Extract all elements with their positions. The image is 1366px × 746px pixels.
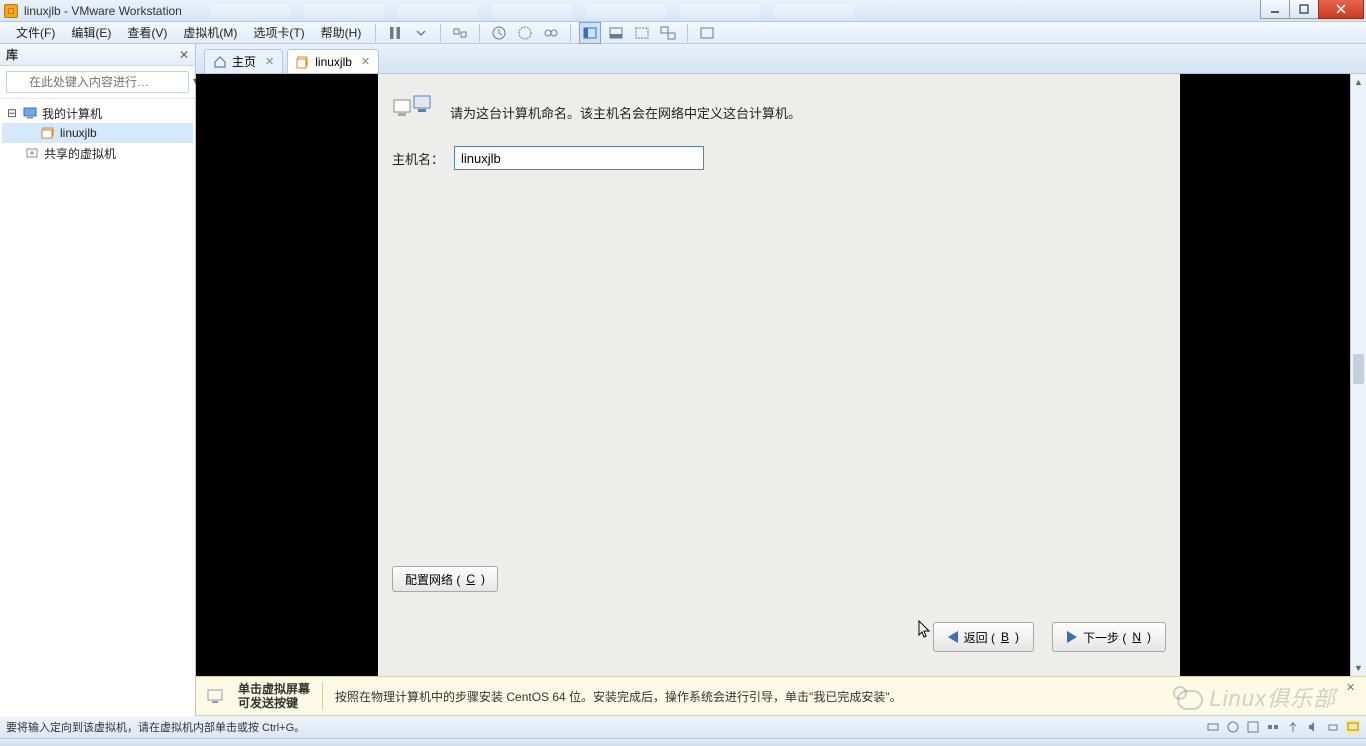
menu-tabs[interactable]: 选项卡(T) [245,22,312,43]
device-sound-icon[interactable] [1306,720,1320,734]
close-button[interactable] [1318,0,1364,19]
configure-network-button[interactable]: 配置网络 (C) [392,566,498,592]
sidebar-title: 库 [6,46,18,63]
device-usb-icon[interactable] [1286,720,1300,734]
pause-icon[interactable] [384,22,406,44]
hostname-input[interactable] [454,146,704,170]
next-button[interactable]: 下一步 (N) [1052,622,1166,652]
snapshot-forward-icon[interactable] [514,22,536,44]
window-title: linuxjlb - VMware Workstation [24,4,182,18]
menu-help[interactable]: 帮助(H) [313,22,370,43]
tree-vm-linuxjlb[interactable]: linuxjlb [2,123,193,143]
tip-close-icon[interactable]: ✕ [1346,681,1360,695]
menu-edit[interactable]: 编辑(E) [63,22,119,43]
menu-file[interactable]: 文件(F) [8,22,63,43]
tree-shared-vms[interactable]: 共享的虚拟机 [2,143,193,163]
device-message-icon[interactable] [1346,720,1360,734]
tab-vm-label: linuxjlb [315,55,352,69]
library-sidebar: 库 ✕ ▾ ⊟ 我的计算机 linuxjlb 共享的虚拟机 [0,44,196,716]
expand-icon[interactable]: ⊟ [6,106,18,120]
sidebar-search-input[interactable] [6,71,189,93]
watermark: Linux俱乐部 [1177,681,1336,713]
arrow-left-icon [948,631,958,643]
view-sidebar-icon[interactable] [579,22,601,44]
device-printer-icon[interactable] [1326,720,1340,734]
status-icons [1206,720,1360,734]
shared-icon [24,146,40,160]
vm-tab-icon [296,55,310,69]
vm-icon [40,126,56,140]
menubar: 文件(F) 编辑(E) 查看(V) 虚拟机(M) 选项卡(T) 帮助(H) [0,22,1366,44]
window-titlebar: □ linuxjlb - VMware Workstation [0,0,1366,22]
back-button[interactable]: 返回 (B) [933,622,1034,652]
windows-taskbar[interactable] [0,738,1366,746]
hostname-icon [392,94,434,130]
device-hdd-icon[interactable] [1206,720,1220,734]
tip-body: 按照在物理计算机中的步骤安装 CentOS 64 位。安装完成后，操作系统会进行… [335,688,902,705]
content-area: 主页 ✕ linuxjlb ✕ 请为这台计算机命 [196,44,1366,716]
vm-console[interactable]: 请为这台计算机命名。该主机名会在网络中定义这台计算机。 主机名： 配置网络 (C… [196,74,1366,676]
view-unity-icon[interactable] [657,22,679,44]
console-black-left [196,74,378,676]
tab-vm[interactable]: linuxjlb ✕ [287,49,379,73]
view-console-icon[interactable] [605,22,627,44]
arrow-right-icon [1067,631,1077,643]
view-fullscreen-icon[interactable] [631,22,653,44]
tree-my-computer[interactable]: ⊟ 我的计算机 [2,103,193,123]
tabbar: 主页 ✕ linuxjlb ✕ [196,44,1366,74]
menu-vm[interactable]: 虚拟机(M) [175,22,245,43]
installer-panel: 请为这台计算机命名。该主机名会在网络中定义这台计算机。 主机名： 配置网络 (C… [378,74,1180,676]
sidebar-close-icon[interactable]: ✕ [179,48,189,62]
maximize-button[interactable] [1289,0,1319,19]
sidebar-header: 库 ✕ [0,44,195,66]
window-controls [1261,0,1364,19]
status-text: 要将输入定向到该虚拟机，请在虚拟机内部单击或按 Ctrl+G。 [6,719,305,735]
sidebar-search-row: ▾ [0,66,195,99]
installer-description: 请为这台计算机命名。该主机名会在网络中定义这台计算机。 [450,103,801,122]
minimize-button[interactable] [1260,0,1290,19]
device-floppy-icon[interactable] [1246,720,1260,734]
tab-vm-close-icon[interactable]: ✕ [361,55,370,68]
tab-home-label: 主页 [232,53,256,70]
tree-label-vm: linuxjlb [60,126,97,140]
snapshot-back-icon[interactable] [488,22,510,44]
send-ctrlaltdel-icon[interactable] [449,22,471,44]
tab-home-close-icon[interactable]: ✕ [265,55,274,68]
statusbar: 要将输入定向到该虚拟机，请在虚拟机内部单击或按 Ctrl+G。 [0,716,1366,738]
library-tree: ⊟ 我的计算机 linuxjlb 共享的虚拟机 [0,99,195,167]
app-icon: □ [4,4,18,18]
tip-title: 单击虚拟屏幕 可发送按键 [238,682,310,711]
vertical-scrollbar[interactable]: ▲ ▼ [1350,74,1366,676]
device-network-icon[interactable] [1266,720,1280,734]
tree-label-mycomputer: 我的计算机 [42,105,102,122]
hostname-label: 主机名： [392,149,444,168]
console-black-right [1180,74,1350,676]
device-cd-icon[interactable] [1226,720,1240,734]
background-browser-tabs [210,2,1216,20]
tree-label-shared: 共享的虚拟机 [44,145,116,162]
tip-bar: 单击虚拟屏幕 可发送按键 按照在物理计算机中的步骤安装 CentOS 64 位。… [196,676,1366,716]
scroll-up-icon[interactable]: ▲ [1351,74,1366,90]
view-thumbnail-icon[interactable] [696,22,718,44]
computer-icon [22,106,38,120]
menu-view[interactable]: 查看(V) [119,22,175,43]
tab-home[interactable]: 主页 ✕ [204,49,283,73]
snapshot-manager-icon[interactable] [540,22,562,44]
home-icon [213,55,227,69]
scroll-down-icon[interactable]: ▼ [1351,660,1366,676]
dropdown-icon[interactable] [410,22,432,44]
tip-icon [206,686,226,706]
scroll-thumb[interactable] [1353,354,1364,384]
